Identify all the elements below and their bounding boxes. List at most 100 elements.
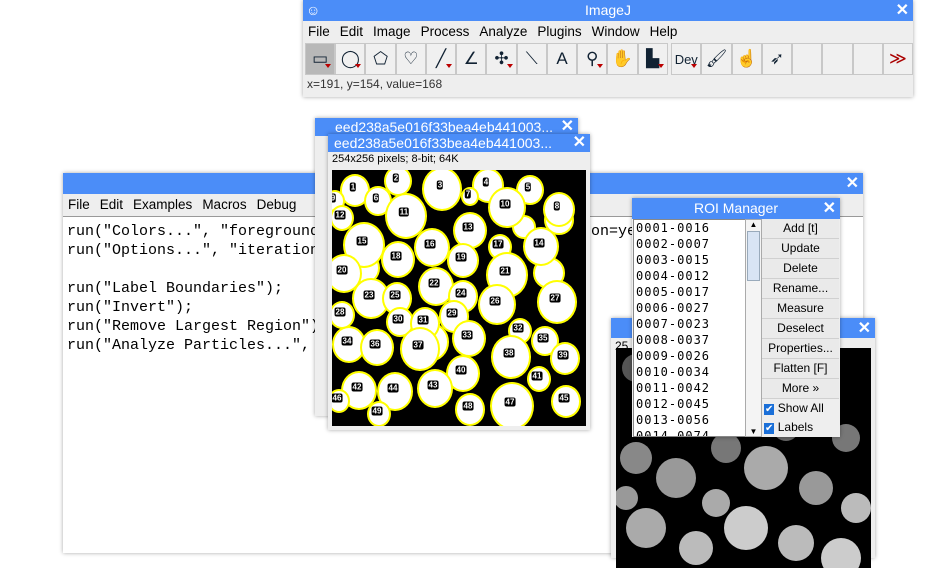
gray-particle (711, 433, 741, 463)
close-icon[interactable]: ✕ (858, 318, 871, 338)
flood-fill-icon[interactable]: ☝ (731, 43, 762, 75)
arrow-tool-icon[interactable]: ➶ (761, 43, 793, 75)
angle-tool-icon[interactable]: ∠ (456, 43, 487, 75)
hand-tool-icon[interactable]: ✋ (607, 43, 638, 75)
scroll-thumb[interactable] (747, 231, 760, 281)
particle-label: 24 (455, 288, 467, 298)
roi-list-item[interactable]: 0013-0056 (634, 412, 746, 428)
roi-list-item[interactable]: 0001-0016 (634, 220, 746, 236)
menu-image[interactable]: Image (373, 24, 411, 39)
gray-particle (656, 458, 696, 498)
particle-label: 30 (392, 314, 404, 324)
roi-button-update[interactable]: Update (762, 239, 839, 259)
menu-file[interactable]: File (68, 197, 90, 212)
more-tools-icon[interactable]: ≫ (882, 43, 914, 75)
menu-macros[interactable]: Macros (202, 197, 246, 212)
gray-particle (702, 489, 730, 517)
imagej-window: ☺ ImageJ ✕ File Edit Image Process Analyze Plug… (303, 0, 914, 97)
roi-list-item[interactable]: 0014-0074 (634, 428, 746, 436)
roi-button-properties[interactable]: Properties... (762, 339, 839, 359)
close-icon[interactable]: ✕ (573, 134, 586, 152)
roi-list-item[interactable]: 0009-0026 (634, 348, 746, 364)
status-bar: x=191, y=154, value=168 (307, 77, 443, 91)
empty-slot-icon[interactable] (822, 43, 853, 75)
brush-tool-icon[interactable]: 🖌 (701, 43, 732, 75)
code-line: run("Analyze Particles...", " (67, 337, 329, 354)
particle-label: 41 (531, 371, 543, 381)
roi-list[interactable]: 0001-0016 0002-0007 0003-0015 0004-0012 0005… (633, 219, 747, 437)
roi-list-item[interactable]: 0012-0045 (634, 396, 746, 412)
wand-tool-icon[interactable]: ⟍ (516, 43, 547, 75)
gray-particle (620, 442, 652, 474)
text-tool-icon[interactable]: A (546, 43, 578, 75)
title-bar[interactable]: eed238a5e016f33bea4eb441003... ✕ (328, 134, 590, 152)
roi-list-item[interactable]: 0002-0007 (634, 236, 746, 252)
gray-particle (679, 531, 713, 565)
particle-label: 26 (489, 296, 501, 306)
menu-help[interactable]: Help (650, 24, 678, 39)
close-icon[interactable]: ✕ (896, 0, 909, 21)
roi-button-addt[interactable]: Add [t] (762, 219, 839, 239)
window-title: ImageJ (585, 2, 631, 18)
particle-label: 34 (341, 336, 353, 346)
dev-menu-icon[interactable]: Dev (671, 43, 702, 75)
checkbox-label: Labels (777, 420, 814, 434)
code-line: run("Options...", "iterations (67, 242, 329, 259)
roi-list-item[interactable]: 0008-0037 (634, 332, 746, 348)
show-all-checkbox[interactable]: ✔ Show All (764, 401, 824, 415)
roi-list-item[interactable]: 0005-0017 (634, 284, 746, 300)
title-bar[interactable]: ☺ ImageJ ✕ (303, 0, 913, 21)
oval-tool-icon[interactable]: ◯ (335, 43, 366, 75)
roi-list-item[interactable]: 0010-0034 (634, 364, 746, 380)
menu-file[interactable]: File (308, 24, 330, 39)
color-picker-icon[interactable]: ▙ (637, 43, 668, 75)
empty-slot-icon[interactable] (792, 43, 823, 75)
roi-list-item[interactable]: 0006-0027 (634, 300, 746, 316)
menu-debug[interactable]: Debug (257, 197, 297, 212)
roi-button-flattenf[interactable]: Flatten [F] (762, 359, 839, 379)
scroll-up-icon[interactable]: ▲ (746, 220, 761, 229)
gray-particle (821, 538, 861, 568)
roi-button-delete[interactable]: Delete (762, 259, 839, 279)
menu-edit[interactable]: Edit (100, 197, 123, 212)
menu-process[interactable]: Process (421, 24, 470, 39)
magnifier-tool-icon[interactable]: ⚲ (577, 43, 608, 75)
empty-slot-icon[interactable] (852, 43, 883, 75)
particle-label: 18 (390, 251, 402, 261)
roi-list-item[interactable]: 0003-0015 (634, 252, 746, 268)
particle-label: 22 (428, 278, 440, 288)
checkbox-checked-icon: ✔ (764, 423, 775, 434)
particle-label: 35 (537, 333, 549, 343)
roi-list-item[interactable]: 0007-0023 (634, 316, 746, 332)
roi-button-deselect[interactable]: Deselect (762, 319, 839, 339)
particle-label: 31 (417, 315, 429, 325)
roi-button-rename[interactable]: Rename... (762, 279, 839, 299)
particle-label: 19 (455, 252, 467, 262)
roi-list-item[interactable]: 0004-0012 (634, 268, 746, 284)
roi-button-more[interactable]: More » (762, 379, 839, 399)
close-icon[interactable]: ✕ (846, 173, 859, 194)
polygon-tool-icon[interactable]: ⬠ (365, 43, 396, 75)
menu-analyze[interactable]: Analyze (479, 24, 527, 39)
menu-examples[interactable]: Examples (133, 197, 192, 212)
image-canvas[interactable]: 1 2 3 4 5 6 7 8 9 10 11 12 13 14 15 16 17 18 19 20 21 22 23 24 2… (332, 170, 586, 426)
menu-window[interactable]: Window (592, 24, 640, 39)
roi-list-item[interactable]: 0011-0042 (634, 380, 746, 396)
scrollbar[interactable]: ▲ ▼ (745, 219, 762, 437)
particle-label: 32 (512, 323, 524, 333)
scroll-down-icon[interactable]: ▼ (746, 427, 761, 436)
rectangle-tool-icon[interactable]: ▭ (305, 43, 336, 75)
close-icon[interactable]: ✕ (823, 198, 836, 219)
multipoint-tool-icon[interactable]: ✣ (486, 43, 517, 75)
gray-particle (744, 446, 788, 490)
line-tool-icon[interactable]: ╱ (425, 43, 457, 75)
particle-label: 44 (387, 383, 399, 393)
roi-button-measure[interactable]: Measure (762, 299, 839, 319)
menu-edit[interactable]: Edit (340, 24, 363, 39)
labels-checkbox[interactable]: ✔ Labels (764, 420, 824, 434)
freehand-tool-icon[interactable]: ♡ (395, 43, 426, 75)
title-bar[interactable]: ROI Manager ✕ (632, 198, 840, 219)
menu-plugins[interactable]: Plugins (537, 24, 581, 39)
particle-label: 42 (351, 382, 363, 392)
